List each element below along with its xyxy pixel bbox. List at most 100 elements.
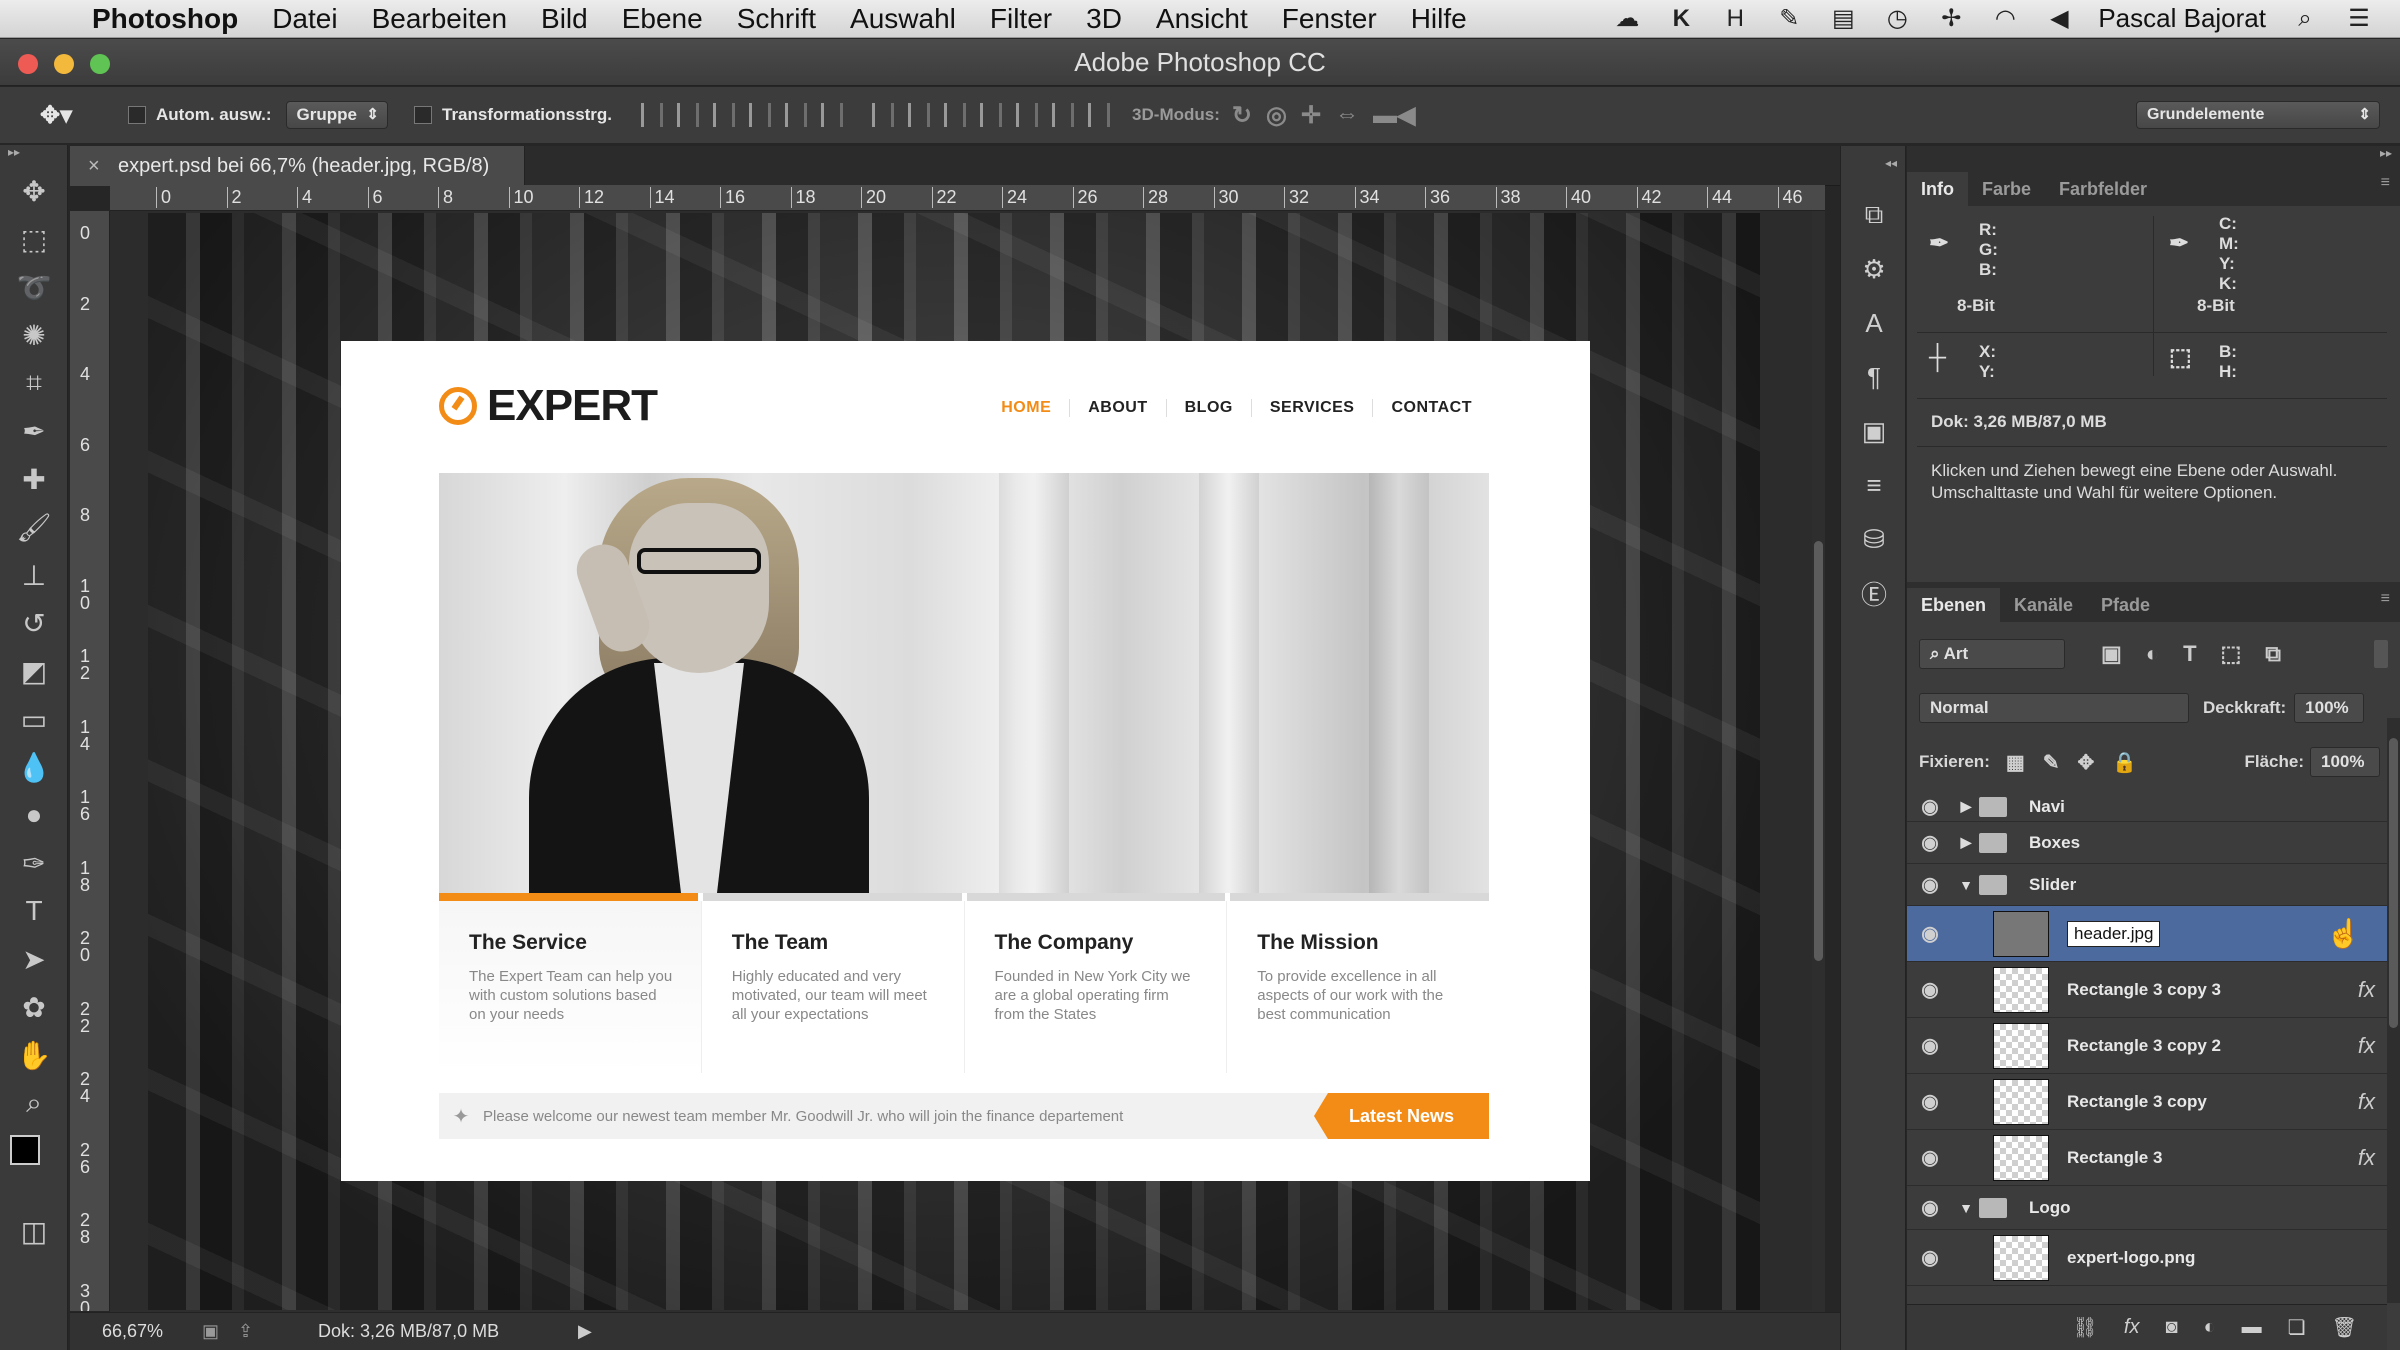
layer-name[interactable]: expert-logo.png	[2067, 1248, 2195, 1268]
delete-layer-icon[interactable]: 🗑	[2332, 1315, 2357, 1340]
move-tool-preset-icon[interactable]: ✥▾	[40, 101, 110, 130]
layer-name[interactable]: Rectangle 3 copy	[2067, 1092, 2207, 1112]
hand-tool-icon[interactable]: ✋	[0, 1031, 68, 1079]
layer-row-group[interactable]: ◉ ▼ Slider	[1907, 864, 2387, 906]
distribute-hcenter-icon[interactable]	[1016, 103, 1039, 127]
tab-info[interactable]: Info	[1907, 172, 1968, 206]
layer-name[interactable]: Navi	[2029, 797, 2065, 817]
layer-name[interactable]: Boxes	[2029, 833, 2080, 853]
crop-tool-icon[interactable]: ⌗	[0, 359, 68, 407]
align-top-icon[interactable]	[641, 103, 664, 127]
link-layers-icon[interactable]: ⛓	[2073, 1315, 2098, 1340]
properties-panel-icon[interactable]: ⚙	[1841, 242, 1907, 296]
extension-panel-icon[interactable]: Ⓔ	[1841, 566, 1907, 620]
visibility-eye-icon[interactable]: ◉	[1907, 1245, 1953, 1270]
3d-scale-icon[interactable]: ▬◀	[1373, 101, 1415, 130]
menu-ebene[interactable]: Ebene	[605, 3, 720, 35]
layer-effects-icon[interactable]: fx	[2358, 977, 2375, 1003]
visibility-eye-icon[interactable]: ◉	[1907, 1145, 1953, 1170]
zoom-tool-icon[interactable]: ⌕	[0, 1079, 68, 1127]
tab-farbfelder[interactable]: Farbfelder	[2045, 172, 2161, 206]
layer-effects-icon[interactable]: fx	[2358, 1089, 2375, 1115]
zoom-window-icon[interactable]	[90, 54, 110, 74]
layer-filter-type-icons[interactable]: ▣◐T⬚⧉	[2101, 641, 2305, 667]
visibility-eye-icon[interactable]: ◉	[1907, 1033, 1953, 1058]
tab-ebenen[interactable]: Ebenen	[1907, 588, 2001, 622]
layer-effects-icon[interactable]: fx	[2358, 1145, 2375, 1171]
bluetooth-icon[interactable]: ✢	[1936, 5, 1966, 33]
bars-status-icon[interactable]: ▤	[1828, 5, 1858, 33]
layer-thumbnail[interactable]	[1993, 1134, 2049, 1181]
3d-roll-icon[interactable]: ◎	[1266, 101, 1287, 130]
panels-collapse-icon[interactable]: ▸▸	[1907, 146, 2400, 166]
layer-thumbnail[interactable]	[1993, 966, 2049, 1013]
distribute-top-icon[interactable]	[872, 103, 895, 127]
lasso-tool-icon[interactable]: ➰	[0, 263, 68, 311]
layer-name[interactable]: Rectangle 3	[2067, 1148, 2162, 1168]
fill-field[interactable]: 100%	[2310, 747, 2380, 777]
foreground-color[interactable]	[10, 1135, 40, 1165]
ruler-vertical[interactable]: 0 2 4 6 8 10 12 14 16 18 20 22 24 26 28 30	[70, 211, 110, 1311]
layers-panel-menu-icon[interactable]: ≡	[2381, 590, 2390, 608]
layer-row[interactable]: ◉ Rectangle 3 copy 3 fx	[1907, 962, 2387, 1018]
brush-tool-icon[interactable]: 🖌	[0, 503, 68, 551]
collapse-arrow-icon[interactable]: ▼	[1953, 1200, 1979, 1216]
distribute-vcenter-icon[interactable]	[908, 103, 931, 127]
gradient-tool-icon[interactable]: ▭	[0, 695, 68, 743]
lock-option-icons[interactable]: ▦✎✥🔒	[2006, 750, 2155, 775]
creative-cloud-icon[interactable]: ☁	[1612, 5, 1642, 33]
adjustment-layer-icon[interactable]: ◐	[2204, 1316, 2216, 1339]
visibility-eye-icon[interactable]: ◉	[1907, 1089, 1953, 1114]
layer-effects-icon[interactable]: fx	[2358, 1033, 2375, 1059]
layer-row-group[interactable]: ◉ ▶ Navi	[1907, 792, 2387, 822]
spotlight-search-icon[interactable]: ⌕	[2290, 5, 2320, 33]
3d-panel-icon[interactable]: ⛁	[1841, 512, 1907, 566]
zoom-level-field[interactable]: 66,67%	[102, 1321, 192, 1342]
opacity-field[interactable]: 100%	[2294, 693, 2365, 723]
paragraph-panel-icon[interactable]: ¶	[1841, 350, 1907, 404]
visibility-eye-icon[interactable]: ◉	[1907, 794, 1953, 819]
layer-row[interactable]: ◉ Rectangle 3 copy fx	[1907, 1074, 2387, 1130]
custom-shape-tool-icon[interactable]: ✿	[0, 983, 68, 1031]
visibility-eye-icon[interactable]: ◉	[1907, 872, 1953, 897]
tab-kanaele[interactable]: Kanäle	[2000, 588, 2087, 622]
new-group-icon[interactable]: ▬	[2242, 1316, 2262, 1339]
eyedropper-tool-icon[interactable]: ✒	[0, 407, 68, 455]
status-menu-arrow-icon[interactable]: ▶	[578, 1321, 592, 1342]
layer-name-edit-input[interactable]: header.jpg	[2067, 920, 2161, 947]
visibility-eye-icon[interactable]: ◉	[1907, 977, 1953, 1002]
clone-stamp-tool-icon[interactable]: ⊥	[0, 551, 68, 599]
menu-app[interactable]: Photoshop	[82, 3, 255, 35]
layer-row-selected[interactable]: ◉ header.jpg ☝	[1907, 906, 2387, 962]
add-layer-style-icon[interactable]: fx	[2124, 1316, 2140, 1339]
document-tab[interactable]: × expert.psd bei 66,7% (header.jpg, RGB/…	[70, 146, 525, 186]
panel-menu-icon[interactable]: ≡	[2381, 174, 2390, 192]
dodge-tool-icon[interactable]: ●	[0, 791, 68, 839]
menu-datei[interactable]: Datei	[255, 3, 354, 35]
layer-thumbnail[interactable]	[1993, 1234, 2049, 1281]
layer-filter-dropdown[interactable]: ⌕ Art	[1919, 639, 2065, 669]
layer-name[interactable]: Logo	[2029, 1198, 2071, 1218]
canvas-area[interactable]: EXPERT HOME ABOUT BLOG SERVICES CONTACT	[110, 211, 1825, 1311]
menu-bild[interactable]: Bild	[524, 3, 605, 35]
visibility-eye-icon[interactable]: ◉	[1907, 830, 1953, 855]
tab-pfade[interactable]: Pfade	[2087, 588, 2164, 622]
menu-fenster[interactable]: Fenster	[1265, 3, 1394, 35]
visibility-eye-icon[interactable]: ◉	[1907, 921, 1953, 946]
tools-collapse-icon[interactable]: ▸▸	[0, 145, 67, 167]
status-letter[interactable]: H	[1720, 5, 1750, 33]
menu-hilfe[interactable]: Hilfe	[1394, 3, 1484, 35]
menu-ansicht[interactable]: Ansicht	[1139, 3, 1265, 35]
layer-filter-toggle[interactable]	[2374, 640, 2388, 668]
layer-name[interactable]: Rectangle 3 copy 3	[2067, 980, 2221, 1000]
expand-arrow-icon[interactable]: ▶	[1953, 798, 1979, 815]
eraser-tool-icon[interactable]: ◩	[0, 647, 68, 695]
quick-mask-icon[interactable]: ◫	[0, 1207, 68, 1255]
distribute-right-icon[interactable]	[1052, 103, 1075, 127]
menu-3d[interactable]: 3D	[1069, 3, 1139, 35]
scroll-thumb[interactable]	[2389, 738, 2398, 1028]
volume-icon[interactable]: ◀	[2044, 5, 2074, 33]
new-layer-icon[interactable]: ❏	[2288, 1315, 2306, 1340]
status-share-icon[interactable]: ⇪	[238, 1321, 288, 1342]
move-tool-icon[interactable]: ✥	[0, 167, 68, 215]
